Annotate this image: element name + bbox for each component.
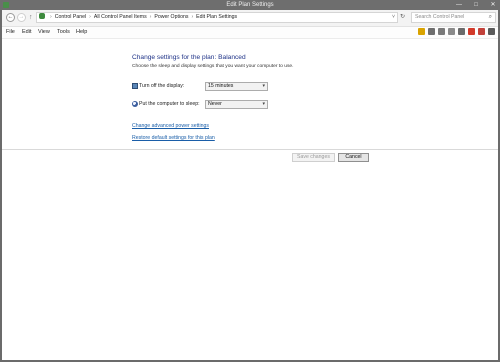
settings-icon[interactable] [488,28,495,35]
sleep-timeout-select[interactable]: Never ▾ [205,100,268,109]
main-content: Change settings for the plan: Balanced C… [2,39,498,360]
display-timeout-value: 15 minutes [208,83,234,89]
menu-tools[interactable]: Tools [57,27,70,38]
sleep-icon [132,101,138,107]
page-description: Choose the sleep and display settings th… [132,64,294,69]
delete-icon[interactable] [468,28,475,35]
window-frame: Edit Plan Settings — □ ✕ ← → ↑ › Control … [0,0,500,362]
breadcrumb-item[interactable]: Edit Plan Settings [196,14,237,20]
control-panel-icon [39,13,45,19]
window-controls: — □ ✕ [454,1,498,9]
display-timeout-select[interactable]: 15 minutes ▾ [205,82,268,91]
chevron-down-icon: ▾ [262,83,265,89]
toolbar-icons [418,28,495,35]
page-title: Change settings for the plan: Balanced [132,54,246,61]
breadcrumb-item[interactable]: All Control Panel Items [94,14,147,20]
search-input[interactable]: Search Control Panel ⌕ [411,12,496,23]
menu-view[interactable]: View [38,27,50,38]
title-bar[interactable]: Edit Plan Settings — □ ✕ [0,0,500,10]
refresh-icon[interactable]: ↻ [400,13,405,20]
sleep-timeout-value: Never [208,101,222,107]
window-client: ← → ↑ › Control Panel › All Control Panel I… [2,10,498,360]
chevron-down-icon: ▾ [262,101,265,107]
restore-defaults-link[interactable]: Restore default settings for this plan [132,135,215,141]
copy-icon[interactable] [438,28,445,35]
minimize-button[interactable]: — [454,1,464,9]
menu-help[interactable]: Help [76,27,87,38]
sleep-label: Put the computer to sleep: [139,101,200,107]
breadcrumb-item[interactable]: Power Options [154,14,188,20]
menu-bar: File Edit View Tools Help [2,27,498,39]
close-button[interactable]: ✕ [488,1,498,9]
forward-button[interactable]: → [17,13,26,22]
cancel-button[interactable]: Cancel [338,153,369,162]
breadcrumb-item[interactable]: Control Panel [55,14,86,20]
advanced-power-settings-link[interactable]: Change advanced power settings [132,123,209,129]
search-placeholder: Search Control Panel [415,14,465,20]
breadcrumb[interactable]: › Control Panel › All Control Panel Items › P… [36,12,398,23]
undo-icon[interactable] [458,28,465,35]
up-button[interactable]: ↑ [29,13,33,22]
properties-icon[interactable] [478,28,485,35]
search-icon[interactable]: ⌕ [489,13,492,22]
display-icon [132,83,138,89]
back-button[interactable]: ← [6,13,15,22]
menu-file[interactable]: File [6,27,15,38]
menu-edit[interactable]: Edit [22,27,31,38]
window-title: Edit Plan Settings [226,2,274,8]
address-dropdown-icon[interactable]: ˅ [392,13,395,22]
lock-icon[interactable] [418,28,425,35]
maximize-button[interactable]: □ [471,1,481,9]
save-changes-button[interactable]: Save changes [292,153,335,162]
paste-icon[interactable] [448,28,455,35]
cut-icon[interactable] [428,28,435,35]
display-label: Turn off the display: [139,83,185,89]
address-bar: ← → ↑ › Control Panel › All Control Panel I… [2,10,498,27]
divider [2,149,498,150]
